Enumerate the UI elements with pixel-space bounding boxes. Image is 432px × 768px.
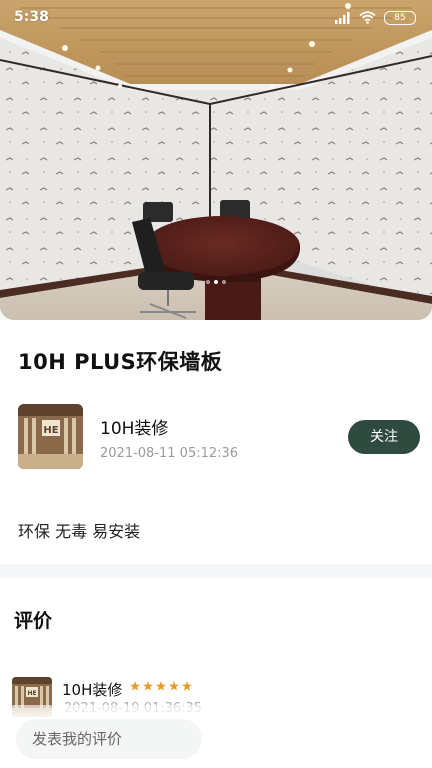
status-time: 5:38 <box>14 9 49 25</box>
post-description: 环保 无毒 易安装 <box>18 522 141 541</box>
carousel-dot-active[interactable] <box>214 280 218 284</box>
carousel-dots[interactable] <box>0 280 432 284</box>
author-avatar[interactable]: HE <box>18 404 83 469</box>
carousel-dot[interactable] <box>222 280 226 284</box>
status-icons: 85 <box>335 10 416 26</box>
wifi-icon <box>359 9 376 28</box>
svg-text:HE: HE <box>27 690 36 697</box>
star-icon <box>156 681 166 691</box>
svg-text:HE: HE <box>43 425 58 436</box>
post-title: 10H PLUS环保墙板 <box>18 350 223 374</box>
author-row: HE 10H装修 2021-08-11 05:12:36 关注 <box>18 404 420 470</box>
star-rating <box>130 681 192 691</box>
signal-icon <box>335 9 351 28</box>
status-bar: 5:38 85 <box>0 0 432 36</box>
follow-button[interactable]: 关注 <box>348 420 420 454</box>
star-icon <box>169 681 179 691</box>
post-info-card: 10H PLUS环保墙板 HE 10H装修 2021-08-11 05:12:3… <box>0 320 432 564</box>
author-name[interactable]: 10H装修 <box>100 414 168 439</box>
carousel-dot[interactable] <box>206 280 210 284</box>
star-icon <box>130 681 140 691</box>
post-date: 2021-08-11 05:12:36 <box>100 446 239 461</box>
battery-icon: 85 <box>384 11 416 25</box>
star-icon <box>143 681 153 691</box>
screen: 5:38 85 10H PLUS环保墙板 HE 10H装修 2021-08-11… <box>0 0 432 768</box>
star-icon <box>182 681 192 691</box>
reviewer-name[interactable]: 10H装修 <box>62 679 122 700</box>
comment-bar: 发表我的评价 <box>0 705 432 768</box>
comment-input[interactable]: 发表我的评价 <box>16 719 202 759</box>
room-illustration <box>0 0 432 320</box>
hero-image[interactable] <box>0 0 432 320</box>
review-heading: 评价 <box>14 610 53 632</box>
